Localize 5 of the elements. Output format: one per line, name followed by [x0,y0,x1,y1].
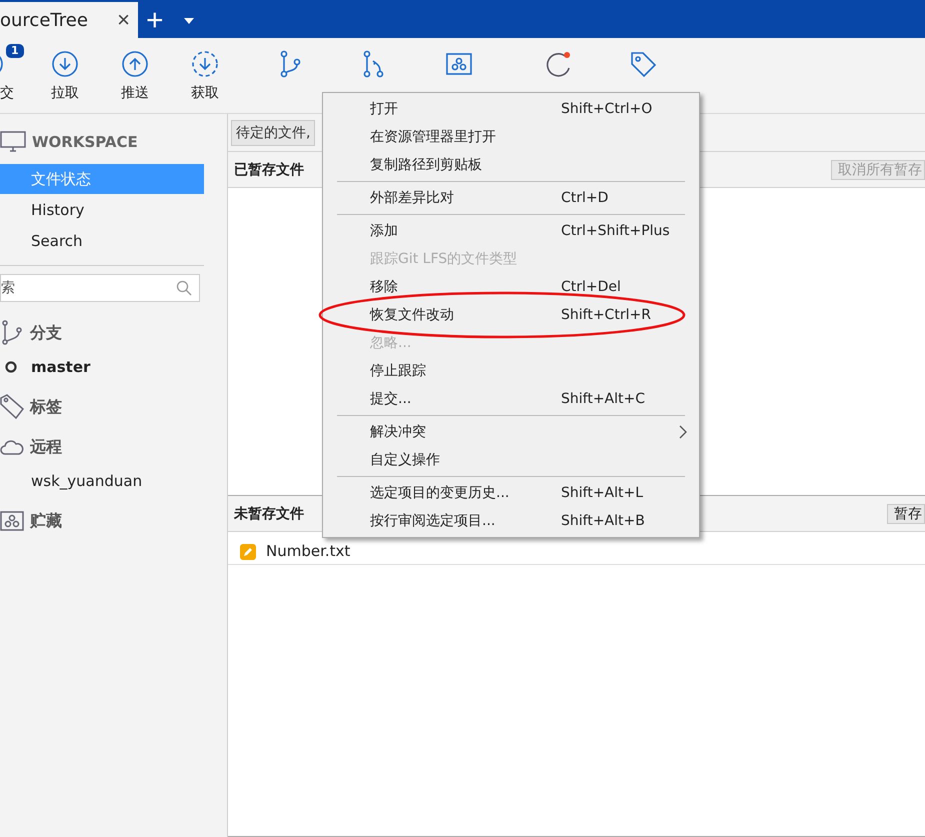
count-badge: 1 [6,44,24,58]
tab-title: ourceTree [0,10,88,30]
staged-heading: 已暂存文件 [234,160,304,178]
workspace-heading: WORKSPACE [32,133,138,151]
unstaged-heading: 未暂存文件 [234,504,304,522]
